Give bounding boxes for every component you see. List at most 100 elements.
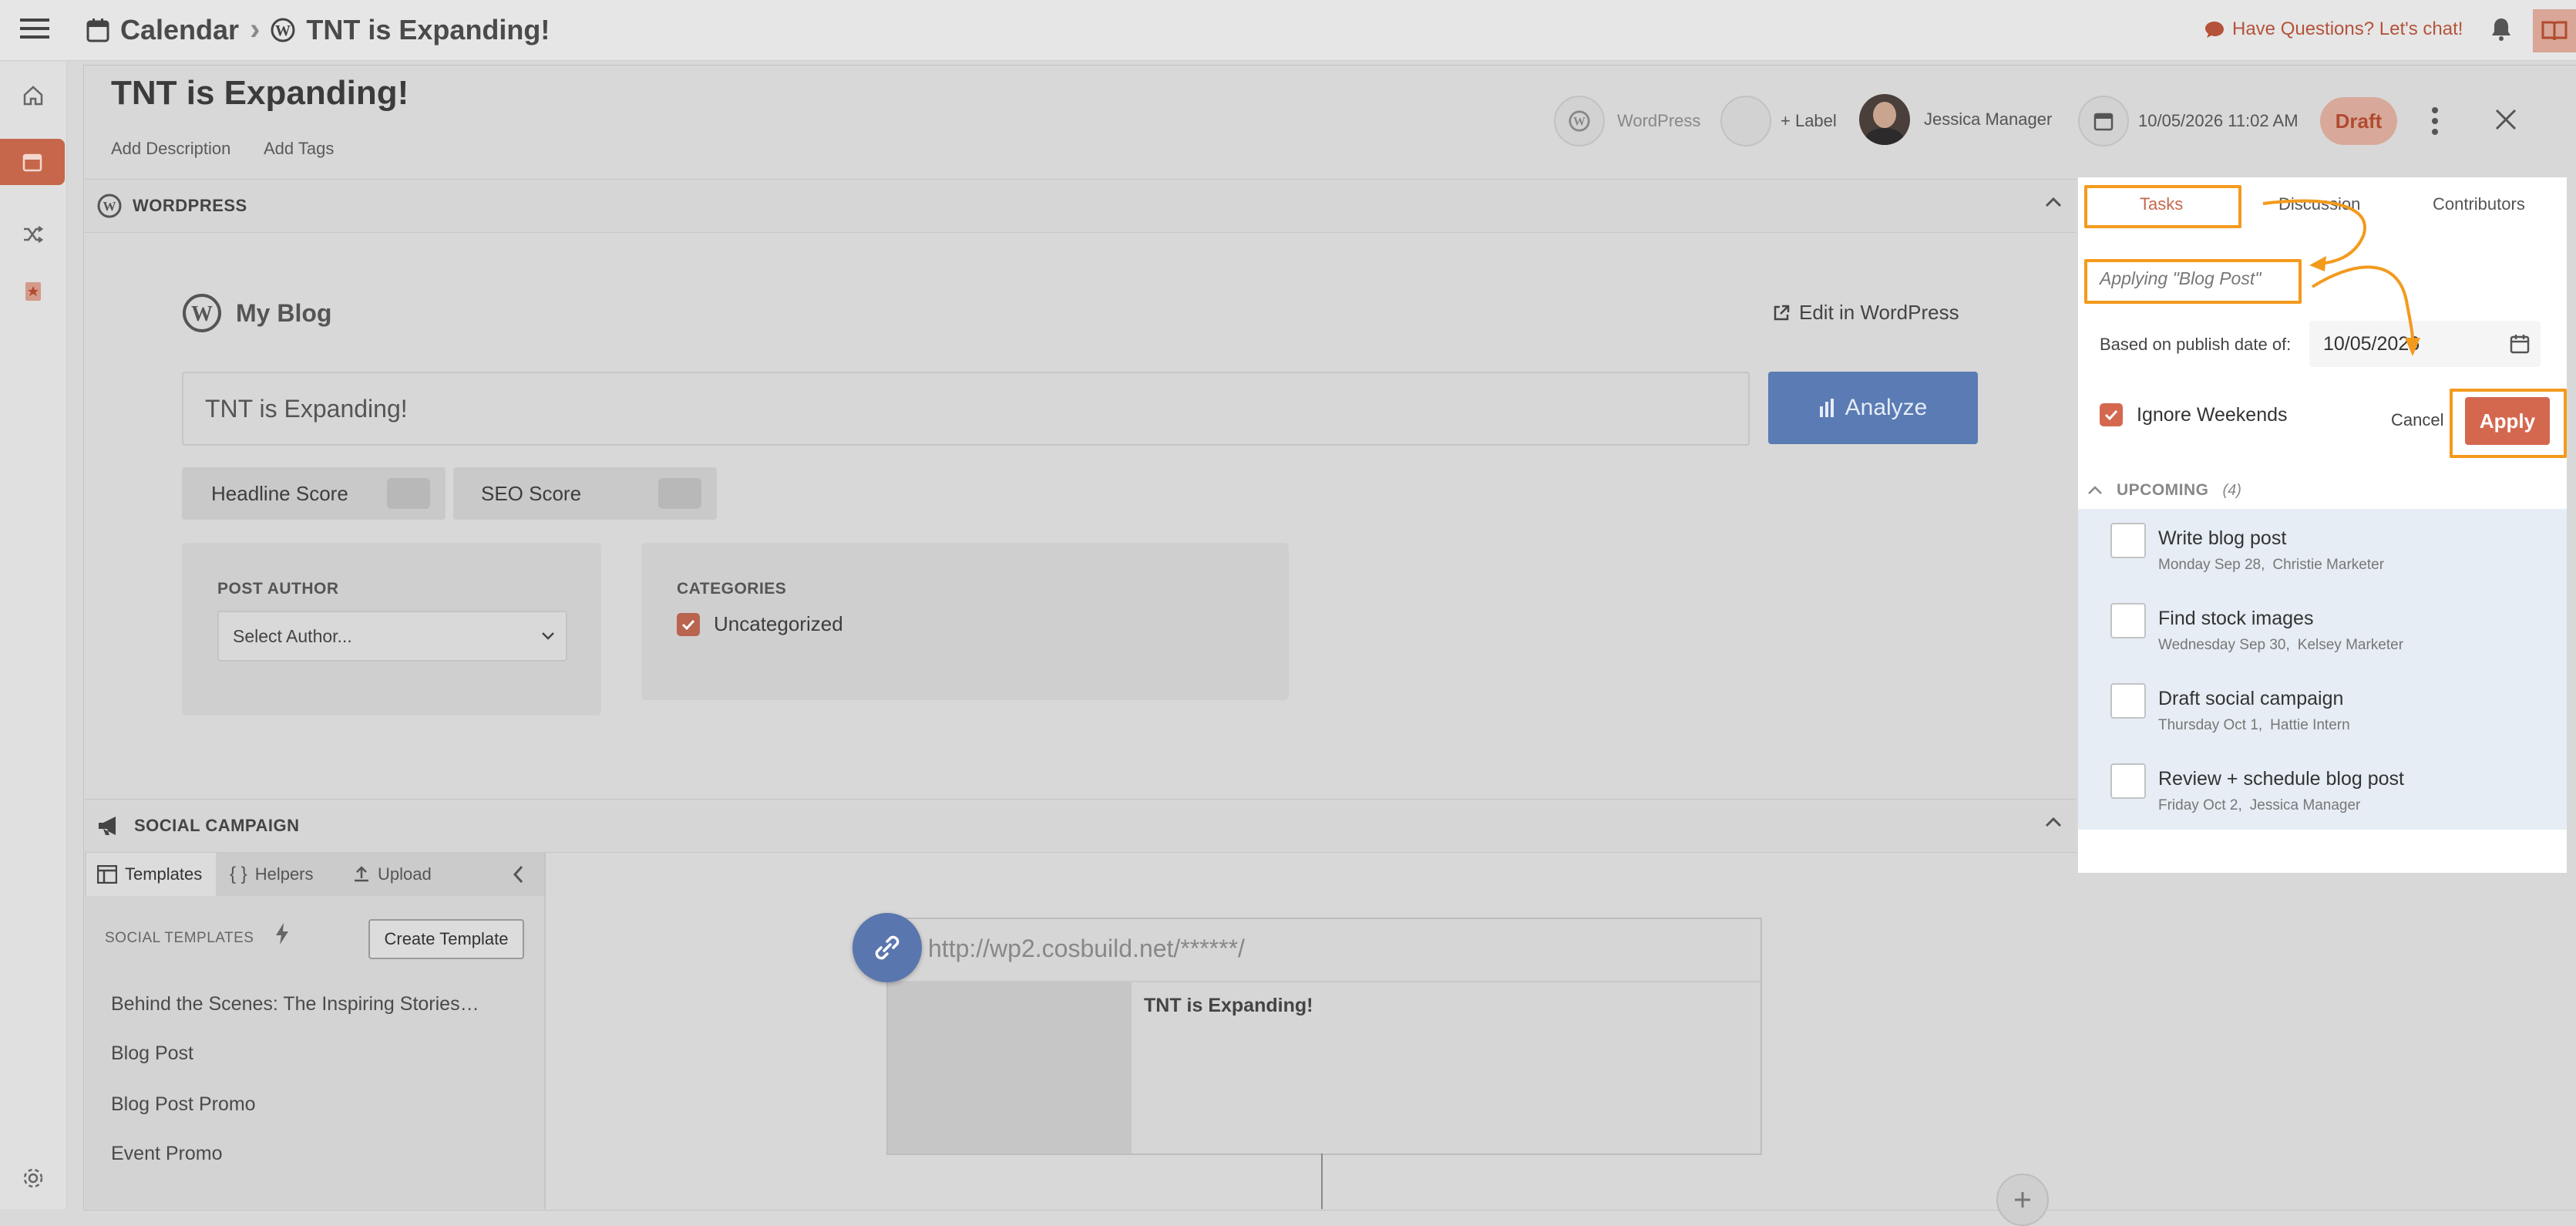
task-assignee: Jessica Manager (2249, 797, 2361, 813)
publish-datetime: 10/05/2026 11:02 AM (2138, 111, 2299, 130)
tab-helpers-label: Helpers (254, 864, 314, 884)
tab-templates-label: Templates (125, 864, 203, 884)
headline-score-value (387, 478, 430, 509)
post-author-label: POST AUTHOR (217, 580, 339, 598)
template-item[interactable]: Event Promo (111, 1143, 223, 1165)
checkbox-checked-icon (677, 612, 700, 636)
publish-date-chip[interactable]: 10/05/2026 11:02 AM (2078, 96, 2299, 147)
upcoming-header[interactable]: UPCOMING (4) (2087, 481, 2241, 500)
seo-score[interactable]: SEO Score (453, 467, 717, 520)
link-icon[interactable] (853, 913, 922, 982)
calendar-date-icon (2078, 96, 2129, 147)
left-rail (0, 62, 67, 1209)
post-title-input[interactable]: TNT is Expanding! (182, 372, 1750, 446)
svg-text:W: W (103, 199, 116, 214)
task-checkbox[interactable] (2110, 603, 2146, 638)
author-select[interactable]: Select Author... (217, 611, 567, 662)
add-label-button[interactable]: + Label (1720, 96, 1837, 147)
megaphone-icon (97, 815, 123, 837)
social-templates-label: SOCIAL TEMPLATES (105, 930, 254, 946)
preview-image-placeholder (888, 982, 1132, 1154)
task-row[interactable]: Draft social campaign Thursday Oct 1, Ha… (2078, 669, 2567, 750)
add-description-link[interactable]: Add Description (111, 139, 230, 159)
preview-url[interactable]: http://wp2.cosbuild.net/******/ (928, 935, 1245, 963)
chat-bubble-icon (2204, 20, 2225, 39)
tab-upload-label: Upload (378, 864, 432, 884)
preview-title: TNT is Expanding! (1144, 995, 1313, 1016)
task-row[interactable]: Find stock images Wednesday Sep 30, Kels… (2078, 589, 2567, 670)
menu-icon[interactable] (20, 17, 49, 40)
bell-icon[interactable] (2490, 17, 2513, 42)
task-row[interactable]: Write blog post Monday Sep 28, Christie … (2078, 509, 2567, 590)
owner-chip[interactable]: Jessica Manager (1859, 94, 2052, 145)
add-tags-link[interactable]: Add Tags (264, 139, 334, 159)
collapse-sidebar-chevron-left-icon[interactable] (512, 865, 524, 884)
settings-gear-icon[interactable] (0, 1155, 66, 1201)
add-label-text: + Label (1781, 111, 1837, 130)
collapse-chevron-up-icon[interactable] (2044, 196, 2063, 208)
cancel-button[interactable]: Cancel (2391, 410, 2443, 430)
tab-templates[interactable]: Templates (86, 853, 216, 896)
apply-button[interactable]: Apply (2465, 397, 2550, 445)
wordpress-icon: W (271, 18, 295, 42)
tab-contributors[interactable]: Contributors (2433, 194, 2525, 214)
calendar-nav-icon[interactable] (0, 139, 65, 185)
template-item[interactable]: Blog Post Promo (111, 1093, 256, 1116)
edit-in-wordpress-link[interactable]: Edit in WordPress (1773, 301, 1959, 325)
wordpress-section-header[interactable]: W WORDPRESS (85, 179, 2077, 233)
upcoming-label: UPCOMING (2117, 481, 2209, 499)
breadcrumb: Calendar › W TNT is Expanding! (86, 12, 550, 47)
analyze-label: Analyze (1845, 395, 1928, 420)
star-badge-icon[interactable] (0, 268, 66, 315)
home-icon[interactable] (0, 72, 66, 119)
post-title[interactable]: TNT is Expanding! (111, 74, 409, 113)
shuffle-icon[interactable] (0, 211, 66, 258)
analyze-bars-icon (1819, 399, 1836, 417)
wordpress-platform-icon: W (1554, 96, 1605, 147)
ignore-weekends-checkbox[interactable]: Ignore Weekends (2100, 403, 2288, 426)
book-icon[interactable] (2533, 9, 2576, 52)
collapse-social-chevron-up-icon[interactable] (2044, 816, 2063, 828)
platform-chip[interactable]: W WordPress (1554, 96, 1700, 147)
task-checkbox[interactable] (2110, 523, 2146, 558)
template-item[interactable]: Blog Post (111, 1042, 193, 1065)
wordpress-section-title: WORDPRESS (133, 196, 247, 215)
task-title: Write blog post (2158, 527, 2287, 549)
label-circle-icon (1720, 96, 1771, 147)
analyze-button[interactable]: Analyze (1768, 372, 1978, 444)
category-uncategorized[interactable]: Uncategorized (677, 612, 843, 636)
svg-text:W: W (191, 302, 213, 326)
tab-upload[interactable]: Upload (353, 853, 432, 896)
chevron-down-icon (541, 632, 555, 641)
upcoming-count: (4) (2222, 481, 2241, 499)
seo-score-label: SEO Score (481, 481, 582, 505)
tab-tasks[interactable]: Tasks (2140, 194, 2183, 214)
chat-link[interactable]: Have Questions? Let's chat! (2204, 19, 2463, 40)
categories-label: CATEGORIES (677, 580, 787, 598)
add-circle-icon[interactable] (1996, 1174, 2049, 1226)
blog-name: My Blog (236, 298, 332, 327)
task-meta: Thursday Oct 1, Hattie Intern (2158, 717, 2350, 734)
owner-name: Jessica Manager (1924, 109, 2053, 129)
headline-score[interactable]: Headline Score (182, 467, 446, 520)
external-edit-icon (1773, 305, 1790, 322)
lightning-icon[interactable] (274, 922, 290, 945)
task-row[interactable]: Review + schedule blog post Friday Oct 2… (2078, 749, 2567, 830)
chat-link-label: Have Questions? Let's chat! (2232, 19, 2463, 39)
task-checkbox[interactable] (2110, 683, 2146, 719)
social-section-title: SOCIAL CAMPAIGN (134, 816, 300, 835)
task-meta: Wednesday Sep 30, Kelsey Marketer (2158, 637, 2403, 654)
template-item[interactable]: Behind the Scenes: The Inspiring Stories… (111, 993, 479, 1015)
tab-helpers[interactable]: { } Helpers (230, 853, 314, 896)
edit-in-wordpress-label: Edit in WordPress (1799, 301, 1959, 324)
task-checkbox[interactable] (2110, 763, 2146, 799)
create-template-button[interactable]: Create Template (368, 919, 524, 959)
status-badge[interactable]: Draft (2320, 97, 2397, 145)
category-label: Uncategorized (714, 612, 843, 635)
close-icon[interactable] (2494, 108, 2517, 131)
more-options-icon[interactable] (2430, 106, 2440, 136)
headline-score-label: Headline Score (211, 481, 348, 505)
breadcrumb-calendar[interactable]: Calendar (120, 14, 239, 46)
breadcrumb-separator: › (250, 12, 261, 46)
social-section-header[interactable]: SOCIAL CAMPAIGN (85, 799, 2077, 853)
